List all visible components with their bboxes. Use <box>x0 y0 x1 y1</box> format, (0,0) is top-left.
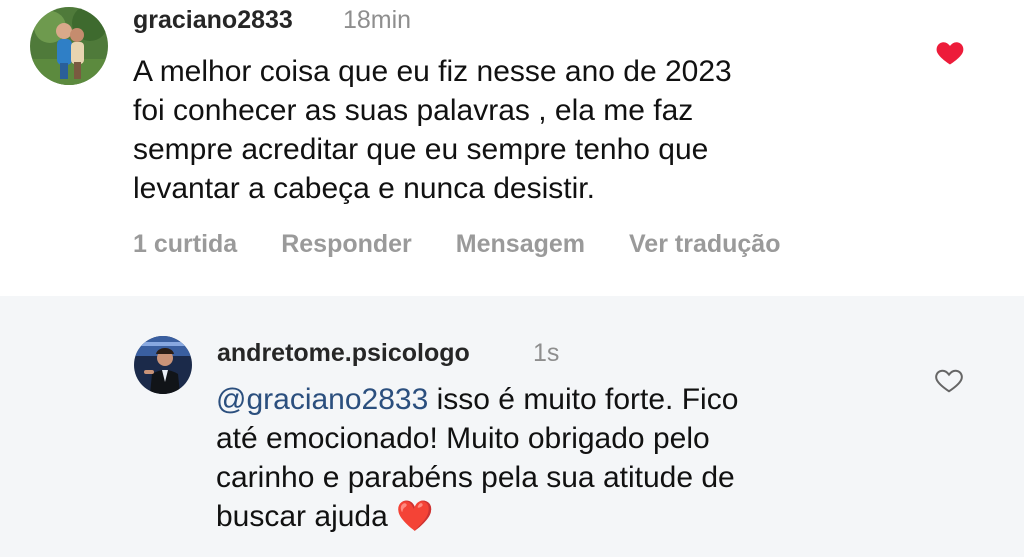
mention-link[interactable]: @graciano2833 <box>216 383 428 416</box>
reply-text-segment: buscar ajuda <box>216 500 397 533</box>
comment-text-line: A melhor coisa que eu fiz nesse ano de 2… <box>133 55 732 88</box>
reply-button[interactable]: Responder <box>281 230 412 262</box>
reply-text-line: carinho e parabéns pela sua atitude de <box>216 461 735 494</box>
comment-text-line: foi conhecer as suas palavras , ela me f… <box>133 94 694 127</box>
heart-outline-icon[interactable] <box>934 366 964 394</box>
comment-timestamp: 18min <box>343 6 412 34</box>
user-avatar[interactable] <box>30 7 108 85</box>
comment-text: A melhor coisa que eu fiz nesse ano de 2… <box>133 52 732 208</box>
comment-text-line: sempre acreditar que eu sempre tenho que <box>133 133 709 166</box>
comment-item: graciano2833 18min A melhor coisa que eu… <box>0 0 1024 296</box>
reply-text-segment: isso é muito forte. Fico <box>428 383 739 416</box>
likes-count-link[interactable]: 1 curtida <box>133 230 237 262</box>
reply-text-line: @graciano2833 isso é muito forte. Fico <box>216 380 738 419</box>
heart-filled-icon[interactable] <box>935 38 965 66</box>
translate-button[interactable]: Ver tradução <box>629 230 780 262</box>
red-heart-emoji: ❤️ <box>396 500 434 533</box>
avatar-photo <box>30 7 108 85</box>
reply-text-line: buscar ajuda ❤️ <box>216 497 738 536</box>
comment-text-line: levantar a cabeça e nunca desistir. <box>133 172 595 205</box>
reply-text-line: até emocionado! Muito obrigado pelo <box>216 422 710 455</box>
comment-actions: 1 curtida Responder Mensagem Ver traduçã… <box>133 230 780 262</box>
reply-text: @graciano2833 isso é muito forte. Fico a… <box>216 380 738 536</box>
reply-username[interactable]: andretome.psicologo <box>217 339 470 368</box>
message-button[interactable]: Mensagem <box>456 230 585 262</box>
reply-timestamp: 1s <box>533 339 560 367</box>
reply-user-avatar[interactable] <box>134 336 192 394</box>
avatar-photo <box>134 336 192 394</box>
comments-screen: graciano2833 18min A melhor coisa que eu… <box>0 0 1024 557</box>
comment-username[interactable]: graciano2833 <box>133 6 293 35</box>
reply-item: andretome.psicologo 1s @graciano2833 iss… <box>0 296 1024 557</box>
